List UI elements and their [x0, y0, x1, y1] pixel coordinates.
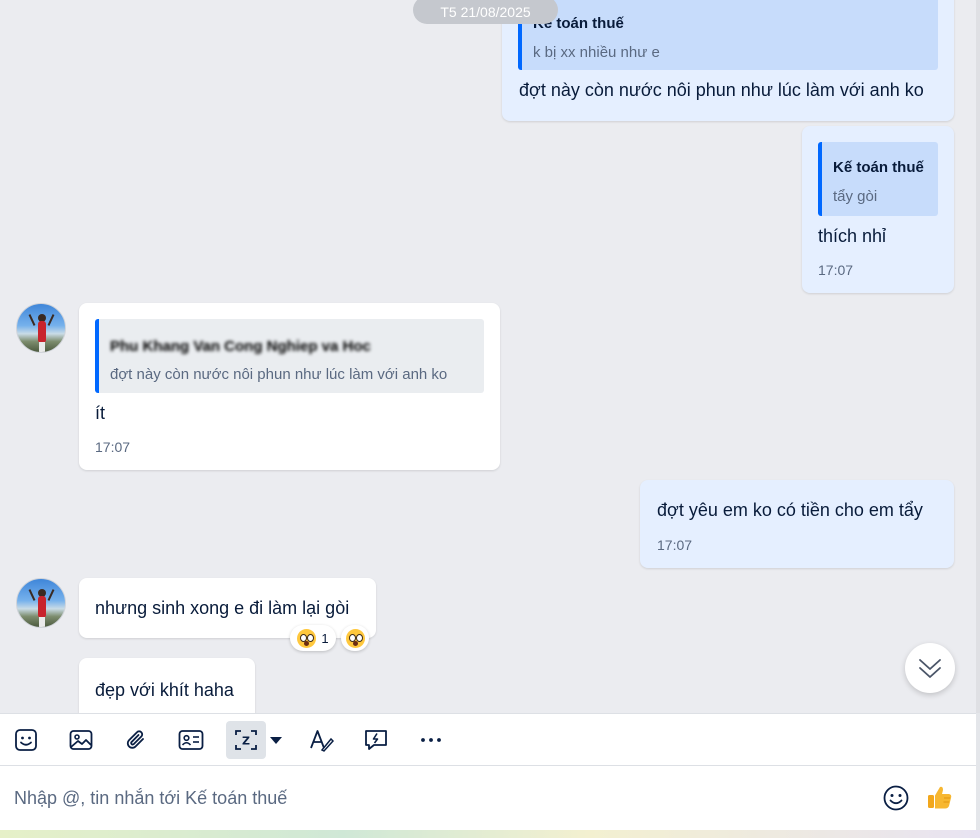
send-like-button[interactable]	[921, 778, 959, 816]
double-chevron-down-icon	[919, 659, 941, 678]
message-bubble-outgoing[interactable]: Kế toán thuế k bị xx nhiều như e đợt này…	[502, 0, 954, 121]
thumbs-up-icon	[928, 786, 952, 809]
message-text: thích nhỉ	[818, 226, 887, 246]
window-bottom-edge	[0, 830, 980, 838]
emoji-button[interactable]	[877, 779, 915, 817]
message-time: 17:07	[657, 537, 693, 553]
message-text: đợt này còn nước nôi phun như lúc làm vớ…	[519, 80, 924, 100]
date-divider: T5 21/08/2025	[413, 0, 558, 24]
quote-text: đợt này còn nước nôi phun như lúc làm vớ…	[110, 366, 448, 383]
more-icon	[421, 738, 441, 742]
quick-message-button[interactable]	[357, 721, 395, 759]
quote-text: tẩy gòi	[833, 188, 878, 205]
message-text: đợt yêu em ko có tiền cho em tẩy	[657, 500, 923, 520]
quick-message-icon	[365, 730, 387, 750]
message-text: đẹp với khít haha	[95, 680, 234, 700]
sticker-icon	[15, 729, 37, 751]
more-options-button[interactable]	[412, 721, 450, 759]
text-format-icon	[310, 730, 334, 752]
message-time: 17:07	[818, 262, 854, 278]
svg-text:Z: Z	[242, 735, 250, 748]
text-format-button[interactable]	[302, 721, 340, 759]
emoji-icon	[883, 785, 909, 811]
reaction-summary[interactable]: 1	[290, 625, 336, 651]
send-image-button[interactable]	[62, 721, 100, 759]
scroll-to-bottom-button[interactable]	[905, 643, 955, 693]
quote-sender: Kế toán thuế	[833, 159, 924, 176]
surprised-emoji-icon	[345, 628, 365, 648]
scrollbar-track	[976, 713, 980, 830]
quote-sender: Phu Khang Van Cong Nghiep va Hoc	[110, 338, 371, 355]
quote-text: k bị xx nhiều như e	[533, 44, 660, 61]
send-contact-card-button[interactable]	[172, 721, 210, 759]
screenshot-options-dropdown[interactable]	[266, 721, 286, 759]
contact-card-icon	[178, 730, 204, 750]
message-bubble-outgoing[interactable]: đợt yêu em ko có tiền cho em tẩy 17:07	[640, 480, 954, 568]
composer-toolbar: Z	[0, 713, 976, 765]
message-time: 17:07	[95, 439, 131, 455]
quoted-message[interactable]: Kế toán thuế k bị xx nhiều như e	[518, 0, 938, 70]
message-bubble-outgoing[interactable]: Kế toán thuế tẩy gòi thích nhỉ 17:07	[802, 126, 954, 293]
screenshot-button[interactable]: Z	[226, 721, 266, 759]
scrollbar-track[interactable]	[976, 0, 980, 713]
add-reaction-button[interactable]	[341, 625, 369, 651]
avatar[interactable]	[16, 578, 66, 628]
surprised-emoji-icon	[297, 628, 317, 648]
screenshot-icon: Z	[235, 730, 257, 750]
message-bubble-incoming[interactable]: đẹp với khít haha	[79, 658, 255, 713]
quoted-message[interactable]: Phu Khang Van Cong Nghiep va Hoc đợt này…	[95, 319, 484, 393]
message-text: ít	[95, 403, 106, 423]
dropdown-caret-icon	[270, 737, 282, 744]
attachment-icon	[126, 730, 144, 749]
image-icon	[69, 730, 93, 750]
message-text: nhưng sinh xong e đi làm lại gòi	[95, 598, 350, 618]
message-bubble-incoming[interactable]: Phu Khang Van Cong Nghiep va Hoc đợt này…	[79, 303, 500, 470]
sticker-button[interactable]	[7, 721, 45, 759]
chat-area: Kế toán thuế k bị xx nhiều như e đợt này…	[0, 0, 980, 713]
attach-file-button[interactable]	[117, 721, 155, 759]
composer	[0, 765, 976, 830]
quoted-message[interactable]: Kế toán thuế tẩy gòi	[818, 142, 938, 216]
reaction-count: 1	[321, 630, 329, 646]
avatar[interactable]	[16, 303, 66, 353]
message-input[interactable]	[0, 780, 860, 816]
